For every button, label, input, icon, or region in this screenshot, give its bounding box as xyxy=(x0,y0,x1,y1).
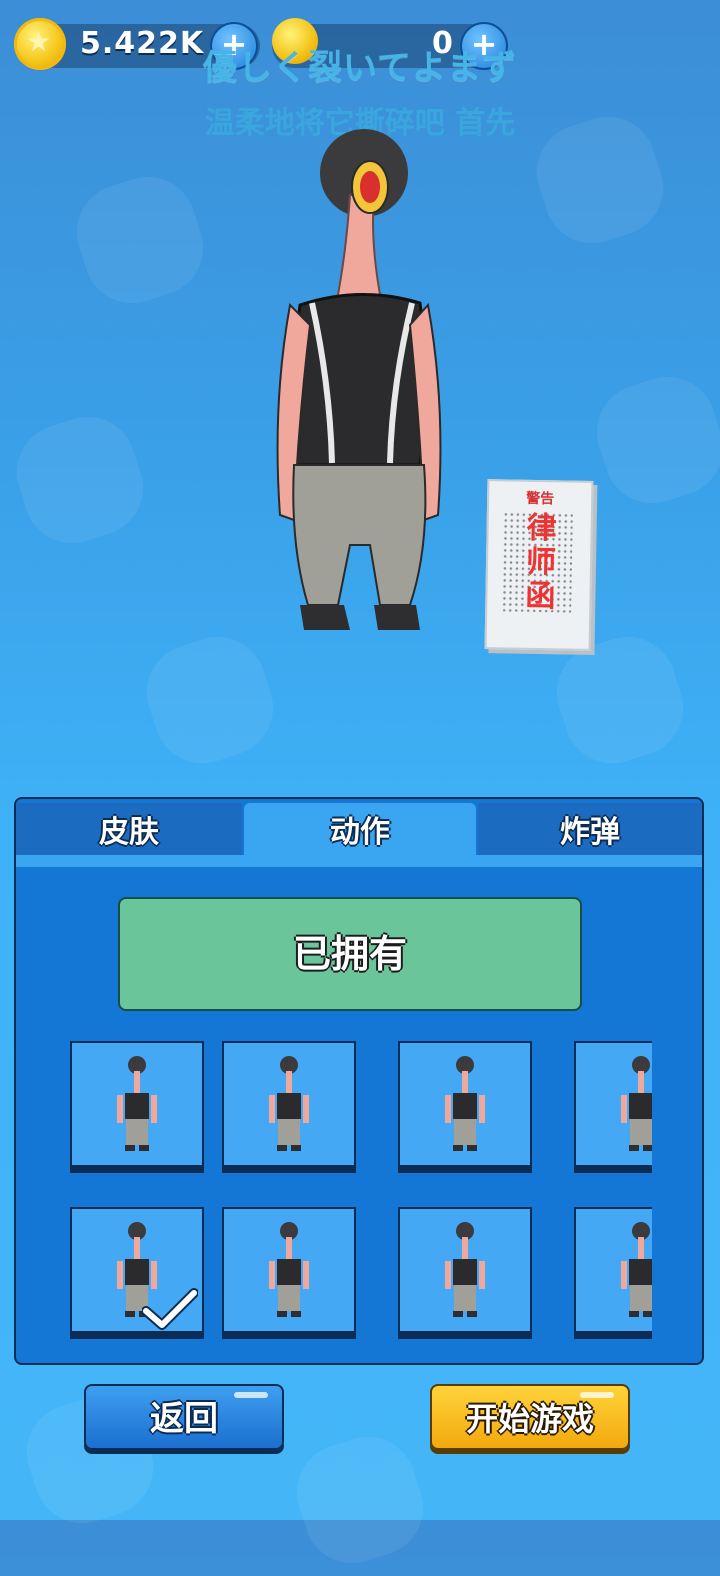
card-main-text: 律师函 xyxy=(525,510,557,615)
card-warning-text: 警告 xyxy=(526,490,555,508)
tab-underline xyxy=(16,855,702,867)
start-game-button[interactable]: 开始游戏 xyxy=(430,1384,630,1450)
item-grid xyxy=(70,1041,652,1351)
action-item-5[interactable] xyxy=(70,1207,204,1339)
owned-status-button[interactable]: 已拥有 xyxy=(118,897,582,1011)
button-shine xyxy=(234,1392,268,1398)
character-thumbnail xyxy=(621,1222,652,1317)
character-thumbnail xyxy=(269,1056,309,1151)
character-chicken-figure[interactable] xyxy=(270,125,450,635)
action-item-3[interactable] xyxy=(398,1041,532,1173)
tab-skin[interactable]: 皮肤 xyxy=(16,803,242,855)
subtitle-japanese: 優しく裂いてよまず xyxy=(203,48,517,88)
tab-bomb[interactable]: 炸弹 xyxy=(478,803,702,855)
action-item-2[interactable] xyxy=(222,1041,356,1173)
shop-panel: 皮肤 动作 炸弹 已拥有 xyxy=(14,797,704,1365)
character-thumbnail xyxy=(445,1222,485,1317)
lawyer-letter-prop[interactable]: 警告 律师函 xyxy=(484,479,594,651)
character-thumbnail xyxy=(269,1222,309,1317)
character-thumbnail xyxy=(117,1056,157,1151)
character-thumbnail xyxy=(445,1056,485,1151)
action-item-7[interactable] xyxy=(398,1207,532,1339)
action-item-4[interactable] xyxy=(574,1041,652,1173)
tab-bar: 皮肤 动作 炸弹 xyxy=(16,799,702,869)
back-button[interactable]: 返回 xyxy=(84,1384,284,1450)
button-shine xyxy=(580,1392,614,1398)
tab-action[interactable]: 动作 xyxy=(244,803,476,855)
character-thumbnail xyxy=(621,1056,652,1151)
action-item-1[interactable] xyxy=(70,1041,204,1173)
action-item-6[interactable] xyxy=(222,1207,356,1339)
checkmark-icon xyxy=(142,1288,198,1330)
start-game-label: 开始游戏 xyxy=(465,1400,594,1438)
action-item-8[interactable] xyxy=(574,1207,652,1339)
back-button-label: 返回 xyxy=(150,1399,218,1439)
